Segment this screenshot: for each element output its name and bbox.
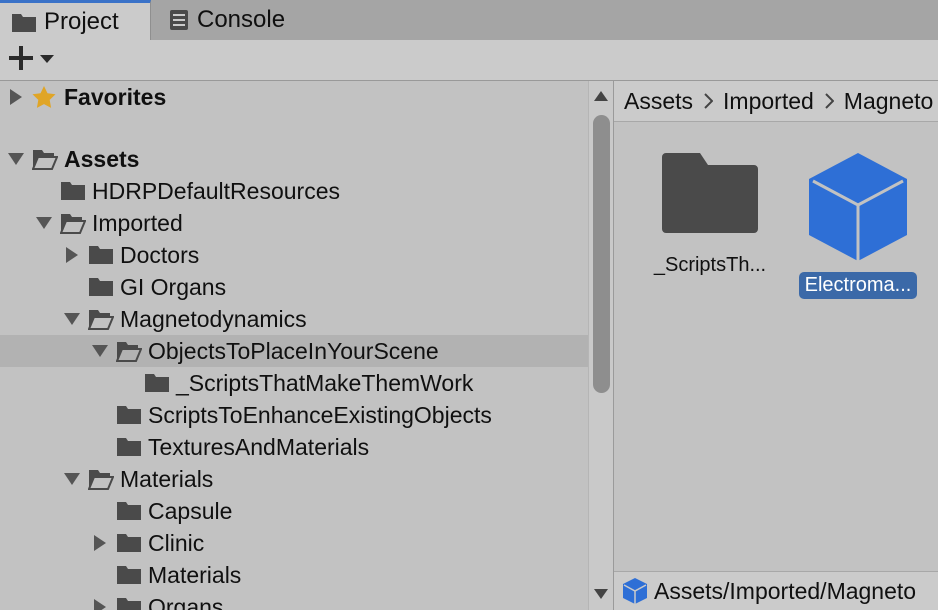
tab-bar: Project Console — [0, 0, 938, 41]
grid-item-label: _ScriptsTh... — [653, 254, 767, 276]
folder-icon — [88, 244, 114, 266]
folder-open-icon — [88, 468, 114, 490]
folder-icon — [660, 151, 760, 240]
tree-item[interactable]: Materials — [0, 463, 588, 495]
expand-arrow-icon[interactable] — [62, 239, 82, 271]
folder-icon — [88, 276, 114, 298]
folder-icon — [116, 404, 142, 426]
breadcrumb-item[interactable]: Imported — [723, 88, 814, 115]
tree-item[interactable]: Organs — [0, 591, 588, 610]
grid-item-prefab[interactable]: Electroma... — [788, 149, 928, 309]
tree-item[interactable]: TexturesAndMaterials — [0, 431, 588, 463]
chevron-down-icon — [40, 51, 54, 69]
collapse-arrow-icon[interactable] — [6, 143, 26, 175]
tree-item-label: Capsule — [148, 497, 233, 524]
tree-item[interactable]: HDRPDefaultResources — [0, 175, 588, 207]
folder-icon — [116, 564, 142, 586]
tree-item-label: GI Organs — [120, 273, 227, 300]
tree-item-label: Favorites — [64, 83, 167, 110]
expand-arrow-icon[interactable] — [90, 591, 110, 610]
tab-console[interactable]: Console — [151, 0, 321, 40]
tree-scrollbar[interactable] — [588, 81, 614, 610]
tree-item-assets[interactable]: Assets — [0, 143, 588, 175]
plus-icon — [8, 45, 34, 76]
star-icon — [32, 86, 58, 108]
tree-item-label: _ScriptsThatMakeThemWork — [176, 369, 474, 396]
tab-project-label: Project — [44, 7, 119, 35]
tree-item-label: ScriptsToEnhanceExistingObjects — [148, 401, 492, 428]
tree-item[interactable]: Magnetodynamics — [0, 303, 588, 335]
scroll-down-arrow-icon[interactable] — [593, 587, 609, 605]
grid-item-folder[interactable]: _ScriptsTh... — [640, 151, 780, 311]
collapse-arrow-icon[interactable] — [90, 335, 110, 367]
tree-item[interactable]: Capsule — [0, 495, 588, 527]
tree-item-label: Magnetodynamics — [120, 305, 307, 332]
collapse-arrow-icon[interactable] — [62, 463, 82, 495]
tree-item[interactable]: Materials — [0, 559, 588, 591]
tree-item-favorites[interactable]: Favorites — [0, 81, 588, 113]
tree-item-label: Imported — [92, 209, 183, 236]
folder-open-icon — [32, 148, 58, 170]
tab-project[interactable]: Project — [0, 0, 151, 40]
tree-item-label: TexturesAndMaterials — [148, 433, 370, 460]
tree-item-label: HDRPDefaultResources — [92, 177, 340, 204]
folder-open-icon — [88, 308, 114, 330]
tree-item-label: Doctors — [120, 241, 200, 268]
scrollbar-thumb[interactable] — [593, 115, 610, 393]
tree-item[interactable]: Doctors — [0, 239, 588, 271]
collapse-arrow-icon[interactable] — [62, 303, 82, 335]
tree-item-label: Organs — [148, 593, 224, 610]
folder-open-icon — [116, 340, 142, 362]
tree-item-selected[interactable]: ObjectsToPlaceInYourScene — [0, 335, 588, 367]
console-icon — [169, 9, 189, 31]
folder-icon — [116, 500, 142, 522]
folder-icon — [116, 436, 142, 458]
folder-icon — [12, 12, 36, 32]
prefab-cube-icon — [803, 149, 913, 270]
breadcrumb-item[interactable]: Magneto — [844, 88, 934, 115]
tree-item-label: Materials — [148, 561, 242, 588]
tree-item[interactable]: GI Organs — [0, 271, 588, 303]
folder-icon — [60, 180, 86, 202]
tree-item-label: Assets — [64, 145, 140, 172]
breadcrumb: Assets Imported Magneto — [614, 81, 938, 122]
expand-arrow-icon[interactable] — [6, 81, 26, 113]
tree-item-label: Clinic — [148, 529, 205, 556]
collapse-arrow-icon[interactable] — [34, 207, 54, 239]
scroll-up-arrow-icon[interactable] — [593, 89, 609, 107]
tree-item-label: Materials — [120, 465, 214, 492]
create-dropdown-button[interactable] — [8, 45, 64, 75]
selected-asset-path: Assets/Imported/Magneto — [654, 577, 917, 604]
tree-item[interactable]: ScriptsToEnhanceExistingObjects — [0, 399, 588, 431]
project-tree: Favorites Assets HDRPDefaultResources Im… — [0, 81, 588, 610]
prefab-cube-icon — [622, 577, 648, 605]
breadcrumb-item[interactable]: Assets — [624, 88, 693, 115]
tree-item[interactable]: Imported — [0, 207, 588, 239]
tree-item-label: ObjectsToPlaceInYourScene — [148, 337, 439, 364]
grid-item-label: Electroma... — [798, 272, 918, 299]
folder-open-icon — [60, 212, 86, 234]
tree-item[interactable]: Clinic — [0, 527, 588, 559]
folder-icon — [144, 372, 170, 394]
expand-arrow-icon[interactable] — [90, 527, 110, 559]
chevron-right-icon — [703, 93, 714, 109]
toolbar — [0, 40, 938, 81]
status-bar: Assets/Imported/Magneto — [614, 571, 938, 610]
folder-icon — [116, 532, 142, 554]
tree-item[interactable]: _ScriptsThatMakeThemWork — [0, 367, 588, 399]
asset-browser: Assets Imported Magneto _ScriptsTh... El… — [614, 81, 938, 610]
chevron-right-icon — [824, 93, 834, 109]
folder-icon — [116, 596, 142, 610]
tab-console-label: Console — [197, 6, 286, 33]
